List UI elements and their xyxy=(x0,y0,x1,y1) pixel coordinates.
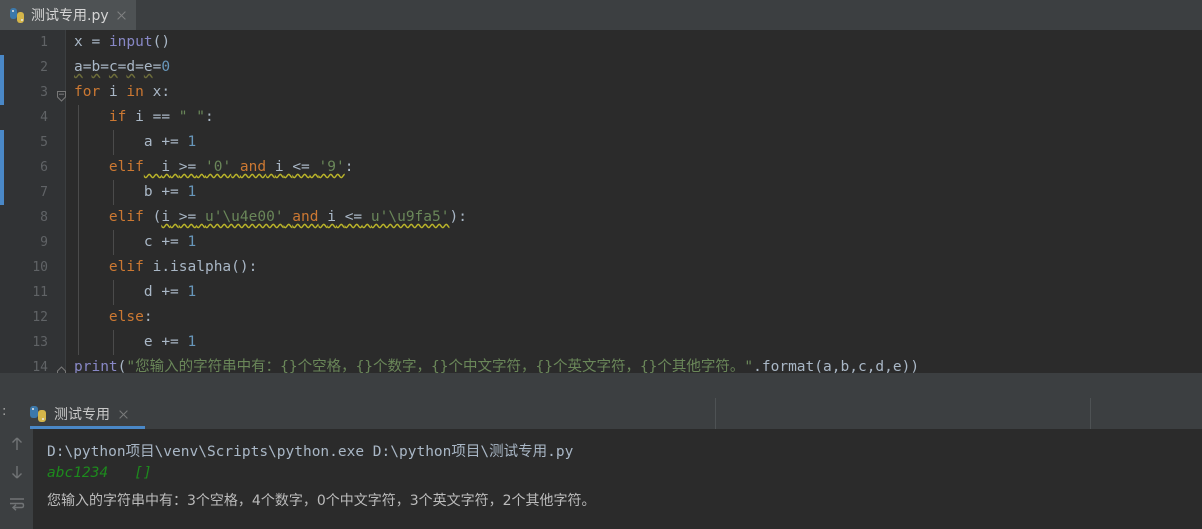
line-number: 7 xyxy=(40,185,48,200)
code-lines[interactable]: 1 x = input() 2 a=b=c=d=e=0 3 for i in x… xyxy=(0,30,1202,378)
editor-tab-label: 测试专用.py xyxy=(31,8,109,24)
line-number: 4 xyxy=(40,110,48,125)
code-line[interactable]: 13 e += 1 xyxy=(0,330,1202,355)
code-line[interactable]: 2 a=b=c=d=e=0 xyxy=(0,55,1202,80)
code-line[interactable]: 9 c += 1 xyxy=(0,230,1202,255)
line-number: 12 xyxy=(32,310,48,325)
console-toolbar xyxy=(0,429,33,529)
header-separator xyxy=(715,398,716,429)
line-text: else: xyxy=(108,309,153,325)
console-command-line: D:\python项目\venv\Scripts\python.exe D:\p… xyxy=(47,444,574,460)
editor-tab-bar: 测试专用.py xyxy=(0,0,1202,31)
editor-tab-active[interactable]: 测试专用.py xyxy=(0,0,136,30)
close-icon[interactable] xyxy=(115,9,128,22)
soft-wrap-icon[interactable] xyxy=(8,495,26,513)
code-line[interactable]: 11 d += 1 xyxy=(0,280,1202,305)
line-text: elif i >= '0' and i <= '9': xyxy=(108,159,354,175)
up-arrow-icon[interactable] xyxy=(8,435,26,453)
close-icon[interactable] xyxy=(117,408,130,421)
line-number: 10 xyxy=(32,260,48,275)
run-window-label: : xyxy=(2,404,7,419)
line-text: for i in x: xyxy=(74,84,171,100)
code-editor[interactable]: 1 x = input() 2 a=b=c=d=e=0 3 for i in x… xyxy=(0,30,1202,378)
line-number: 3 xyxy=(40,85,48,100)
code-line[interactable]: 8 elif (i >= u'\u4e00' and i <= u'\u9fa5… xyxy=(0,205,1202,230)
line-number: 9 xyxy=(40,235,48,250)
run-tool-window: : 测试专用 D:\python项目\venv\Scripts\python.e… xyxy=(0,378,1202,529)
line-number: 2 xyxy=(40,60,48,75)
line-number: 5 xyxy=(40,135,48,150)
python-run-icon xyxy=(30,405,47,423)
run-tab-active[interactable]: 测试专用 xyxy=(22,400,140,428)
line-text: elif (i >= u'\u4e00' and i <= u'\u9fa5')… xyxy=(108,209,467,225)
line-text: x = input() xyxy=(74,34,171,50)
python-file-icon xyxy=(10,7,25,23)
console-input-echo: abc1234 [] xyxy=(47,465,152,481)
code-line[interactable]: 7 b += 1 xyxy=(0,180,1202,205)
line-number: 1 xyxy=(40,35,48,50)
code-line[interactable]: 6 elif i >= '0' and i <= '9': xyxy=(0,155,1202,180)
code-line[interactable]: 1 x = input() xyxy=(0,30,1202,55)
line-number: 6 xyxy=(40,160,48,175)
console-output-line: 您输入的字符串中有：3个空格，4个数字，0个中文字符，3个英文字符，2个其他字符… xyxy=(47,493,596,509)
line-text: e += 1 xyxy=(143,334,197,350)
line-text: d += 1 xyxy=(143,284,197,300)
line-number: 8 xyxy=(40,210,48,225)
run-console[interactable]: D:\python项目\venv\Scripts\python.exe D:\p… xyxy=(33,429,1202,529)
down-arrow-icon[interactable] xyxy=(8,463,26,481)
code-line[interactable]: 12 else: xyxy=(0,305,1202,330)
header-separator xyxy=(1090,398,1091,429)
line-text: c += 1 xyxy=(143,234,197,250)
line-text: a += 1 xyxy=(143,134,197,150)
pycharm-window: 测试专用.py 1 x = input() 2 a=b=c=d=e=0 3 fo… xyxy=(0,0,1202,529)
code-line[interactable]: 4 if i == " ": xyxy=(0,105,1202,130)
line-number: 13 xyxy=(32,335,48,350)
run-tab-label: 测试专用 xyxy=(54,407,110,423)
code-line[interactable]: 5 a += 1 xyxy=(0,130,1202,155)
line-text: if i == " ": xyxy=(108,109,214,125)
code-line[interactable]: 3 for i in x: xyxy=(0,80,1202,105)
line-text: b += 1 xyxy=(143,184,197,200)
line-number: 11 xyxy=(32,285,48,300)
line-text: a=b=c=d=e=0 xyxy=(74,59,171,75)
code-line[interactable]: 10 elif i.isalpha(): xyxy=(0,255,1202,280)
line-text: elif i.isalpha(): xyxy=(108,259,258,275)
